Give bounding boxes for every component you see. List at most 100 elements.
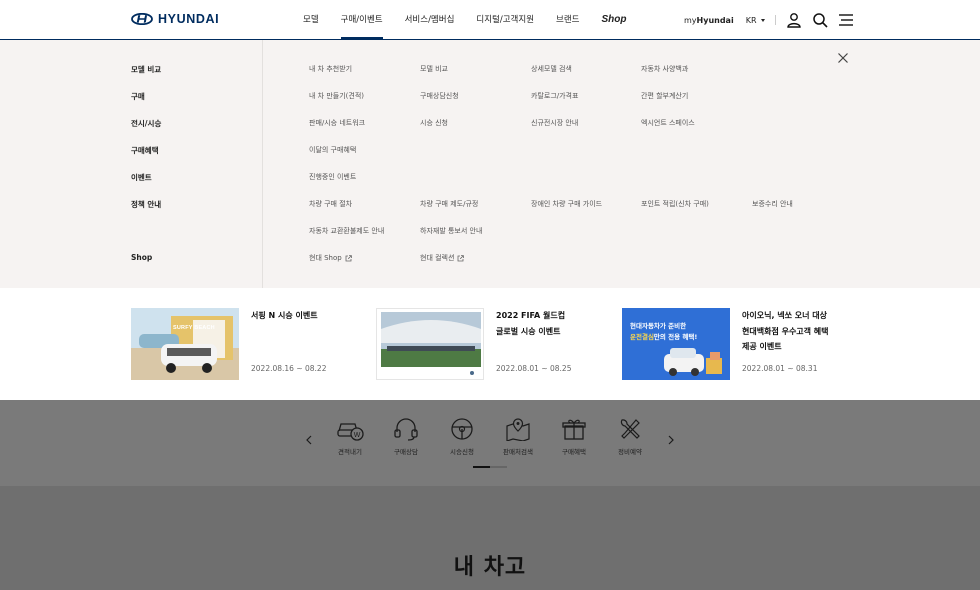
nav-digital-support[interactable]: 디지털/고객지원	[476, 0, 534, 40]
event-card[interactable]: 현대자동차가 준비한 운전결심만의 전용 혜택! 아이오닉, 넥쏘 오너 대상 …	[622, 308, 857, 380]
quick-item-maintenance[interactable]: 정비예약	[602, 416, 658, 456]
menu-link[interactable]: 장애인 차량 구매 가이드	[531, 199, 602, 209]
menu-link[interactable]: 모델 비교	[420, 64, 448, 74]
steering-wheel-icon	[448, 416, 476, 442]
svg-text:W: W	[354, 432, 361, 439]
category-model-compare[interactable]: 모델 비교	[131, 64, 161, 75]
event-info: 서핑 N 시승 이벤트 2022.08.16 ~ 08.22	[251, 308, 366, 380]
event-image-text-line: 만의 전용 혜택!	[653, 333, 698, 341]
menu-link[interactable]: 시승 신청	[420, 118, 448, 128]
mega-menu-divider	[262, 40, 263, 288]
event-info: 아이오닉, 넥쏘 오너 대상 현대백화점 우수고객 혜택 제공 이벤트 2022…	[742, 308, 857, 380]
menu-link[interactable]: 판매/시승 네트워크	[309, 118, 365, 128]
menu-link[interactable]: 자동차 교환환불제도 안내	[309, 226, 384, 236]
my-hyundai-link[interactable]: myHyundai	[684, 16, 734, 25]
hyundai-logo[interactable]: HYUNDAI	[131, 12, 219, 26]
menu-icon[interactable]	[838, 12, 854, 28]
menu-link[interactable]: 보증수리 안내	[752, 199, 793, 209]
quick-menu-items: W 견적내기 구매상담 시승신청 판매처검색 구매혜택 정비예약	[322, 416, 658, 456]
category-event[interactable]: 이벤트	[131, 172, 152, 183]
global-header: HYUNDAI 모델 구매/이벤트 서비스/멤버십 디지털/고객지원 브랜드 S…	[0, 0, 980, 40]
quick-item-consult[interactable]: 구매상담	[378, 416, 434, 456]
event-strip: SURFY BEACH 서핑 N 시승 이벤트 2022.08.16 ~ 08.…	[0, 288, 980, 400]
nav-model[interactable]: 모델	[303, 0, 319, 40]
event-info: 2022 FIFA 월드컵 글로벌 시승 이벤트 2022.08.01 ~ 08…	[496, 308, 611, 380]
category-policy[interactable]: 정책 안내	[131, 199, 161, 210]
my-hyundai-prefix: my	[684, 15, 697, 25]
event-thumbnail-ioniq-nexo: 현대자동차가 준비한 운전결심만의 전용 혜택!	[622, 308, 730, 380]
menu-link-label: 현대 컬렉션	[420, 254, 455, 262]
category-display-testdrive[interactable]: 전시/시승	[131, 118, 161, 129]
event-date: 2022.08.01 ~ 08.25	[496, 364, 572, 373]
main-nav: 모델 구매/이벤트 서비스/멤버십 디지털/고객지원 브랜드 Shop	[303, 0, 648, 40]
menu-link[interactable]: 카탈로그/가격표	[531, 91, 578, 101]
menu-link[interactable]: 하자재발 통보서 안내	[420, 226, 482, 236]
category-shop[interactable]: Shop	[131, 253, 152, 262]
carousel-pager-active	[473, 466, 490, 468]
menu-link-label: 현대 Shop	[309, 254, 342, 262]
my-hyundai-brand: Hyundai	[696, 15, 734, 25]
event-image-text-row: 운전결심만의 전용 혜택!	[630, 331, 697, 341]
category-purchase[interactable]: 구매	[131, 91, 145, 102]
event-card[interactable]: 2022 FIFA 월드컵 글로벌 시승 이벤트 2022.08.01 ~ 08…	[376, 308, 611, 380]
quick-item-label: 판매처검색	[503, 448, 533, 456]
event-image-caption: SURFY BEACH	[173, 325, 215, 331]
menu-link[interactable]: 신규전시장 안내	[531, 118, 578, 128]
search-icon[interactable]	[812, 12, 828, 28]
quick-item-testdrive[interactable]: 시승신청	[434, 416, 490, 456]
event-title-line: 글로벌 시승 이벤트	[496, 326, 561, 336]
menu-link[interactable]: 간편 할부계산기	[641, 91, 688, 101]
event-thumbnail-surfing: SURFY BEACH	[131, 308, 239, 380]
quick-item-label: 정비예약	[618, 448, 642, 456]
external-link-icon	[457, 254, 465, 262]
menu-link[interactable]: 차량 구매 제도/규정	[420, 199, 478, 209]
menu-link[interactable]: 자동차 사양백과	[641, 64, 688, 74]
menu-link[interactable]: 구매상담신청	[420, 91, 459, 101]
category-purchase-benefit[interactable]: 구매혜택	[131, 145, 159, 156]
quick-item-label: 견적내기	[338, 448, 362, 456]
nav-brand[interactable]: 브랜드	[556, 0, 579, 40]
quick-item-dealer-search[interactable]: 판매처검색	[490, 416, 546, 456]
event-title-line: 제공 이벤트	[742, 342, 782, 351]
menu-link[interactable]: 포인트 적립(신차 구매)	[641, 199, 709, 209]
quick-item-label: 구매혜택	[562, 448, 586, 456]
util-divider	[774, 15, 776, 25]
event-image-text-line: 현대자동차가 준비한	[630, 322, 687, 330]
hyundai-collection-link[interactable]: 현대 컬렉션	[420, 253, 465, 263]
event-card[interactable]: SURFY BEACH 서핑 N 시승 이벤트 2022.08.16 ~ 08.…	[131, 308, 366, 380]
menu-link[interactable]: 진행중인 이벤트	[309, 172, 356, 182]
hyundai-shop-link[interactable]: 현대 Shop	[309, 253, 352, 263]
event-date: 2022.08.01 ~ 08.31	[742, 364, 818, 373]
menu-link[interactable]: 엑시언트 스페이스	[641, 118, 695, 128]
language-selector[interactable]: KR	[746, 16, 765, 25]
language-label: KR	[745, 15, 757, 25]
menu-link[interactable]: 이달의 구매혜택	[309, 145, 356, 155]
event-title: 2022 FIFA 월드컵 글로벌 시승 이벤트	[496, 308, 611, 339]
menu-link[interactable]: 내 차 만들기(견적)	[309, 91, 364, 101]
logo-text: HYUNDAI	[158, 12, 220, 26]
quick-item-benefit[interactable]: 구매혜택	[546, 416, 602, 456]
event-title-line: 서핑 N 시승 이벤트	[251, 311, 318, 320]
nav-service-membership[interactable]: 서비스/멤버십	[405, 0, 455, 40]
event-title-line: 현대백화점 우수고객 혜택	[742, 326, 829, 336]
nav-shop[interactable]: Shop	[601, 0, 626, 40]
menu-link[interactable]: 내 차 추천받기	[309, 64, 352, 74]
event-title-line: 아이오닉, 넥쏘 오너 대상	[742, 311, 827, 320]
menu-link[interactable]: 상세모델 검색	[531, 64, 572, 74]
next-arrow-icon[interactable]	[667, 430, 675, 445]
menu-link[interactable]: 차량 구매 절차	[309, 199, 352, 209]
nav-purchase-event[interactable]: 구매/이벤트	[340, 0, 383, 40]
user-icon[interactable]	[786, 12, 802, 28]
quick-item-estimate[interactable]: W 견적내기	[322, 416, 378, 456]
quick-menu: W 견적내기 구매상담 시승신청 판매처검색 구매혜택 정비예약	[0, 400, 980, 486]
close-icon[interactable]	[837, 49, 849, 63]
external-link-icon	[345, 254, 352, 262]
carousel-pager	[473, 466, 507, 468]
mega-menu: 모델 비교 구매 전시/시승 구매혜택 이벤트 정책 안내 Shop 내 차 추…	[0, 40, 980, 288]
wrench-icon	[616, 416, 644, 442]
prev-arrow-icon[interactable]	[305, 430, 313, 445]
map-pin-icon	[504, 416, 532, 442]
event-title-line: 2022 FIFA 월드컵	[496, 311, 566, 320]
my-garage-title: 내 차고	[453, 555, 527, 580]
quick-item-label: 시승신청	[450, 448, 474, 456]
